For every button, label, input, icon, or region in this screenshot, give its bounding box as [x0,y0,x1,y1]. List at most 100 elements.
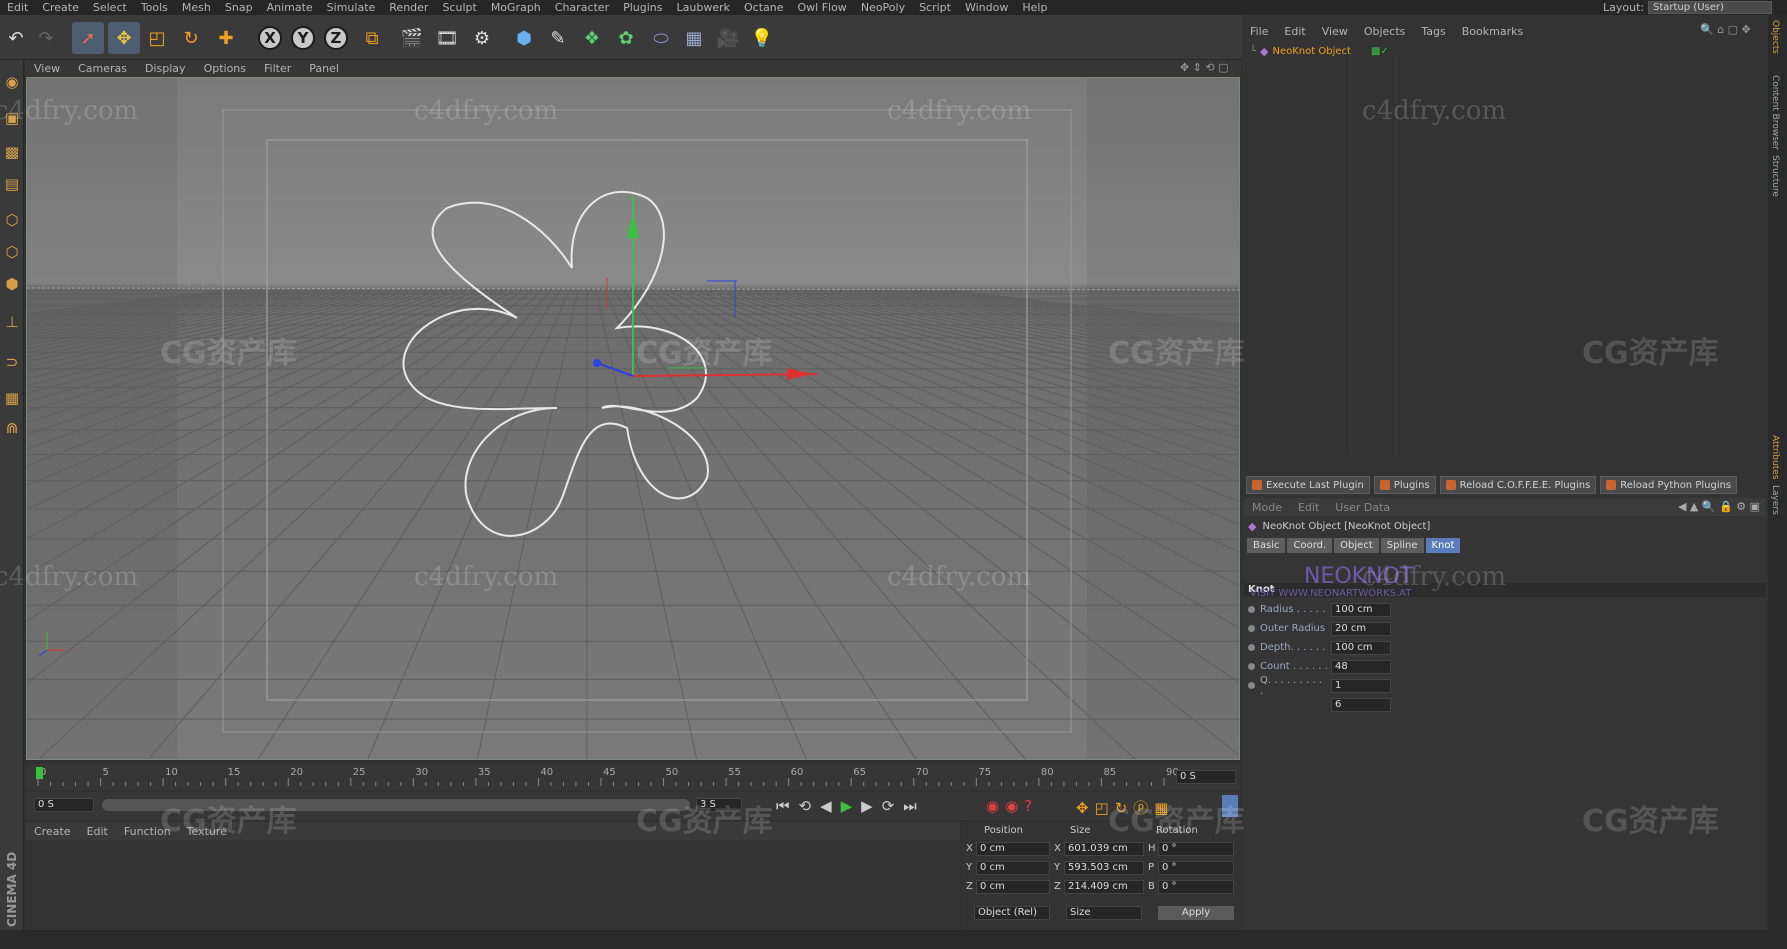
object-menu-objects[interactable]: Objects [1356,25,1414,38]
plugin-button-0[interactable]: Execute Last Plugin [1246,476,1370,494]
render-settings-icon[interactable]: ⚙ [466,22,498,54]
menu-item-plugins[interactable]: Plugins [616,1,669,14]
side-tab-objects[interactable]: Objects [1770,20,1780,54]
magnet-icon[interactable]: ⊃ [2,350,22,374]
playback-controls[interactable]: ⏮⟲◀▶▶⟳⏭ [776,797,926,815]
viewport-menu-cameras[interactable]: Cameras [69,62,136,75]
make-editable-icon[interactable]: ◉ [2,70,22,94]
side-tab-layers[interactable]: Layers [1770,485,1780,515]
nurbs-icon[interactable]: ❖ [576,22,608,54]
size-z-field[interactable]: 214.409 cm [1064,880,1144,894]
undo-icon[interactable]: ↶ [0,22,32,54]
menu-item-script[interactable]: Script [912,1,958,14]
param-value-field[interactable]: 100 cm [1331,602,1391,617]
attribute-menu-user-data[interactable]: User Data [1327,501,1398,514]
menu-item-owl-flow[interactable]: Owl Flow [790,1,853,14]
y-axis-lock-icon[interactable]: Y [287,22,319,54]
menu-item-laubwerk[interactable]: Laubwerk [670,1,737,14]
edges-mode-icon[interactable]: ⬡ [2,240,22,264]
object-visibility-icon[interactable]: ▩✓ [1371,46,1389,57]
param-anim-dot[interactable] [1248,663,1255,670]
floor-icon[interactable]: ▦ [678,22,710,54]
param-value-field[interactable]: 1 [1331,678,1391,693]
object-menu-bookmarks[interactable]: Bookmarks [1454,25,1531,38]
current-frame-marker[interactable] [36,767,43,779]
plugin-button-1[interactable]: Plugins [1373,476,1436,494]
menu-item-neopoly[interactable]: NeoPoly [854,1,912,14]
layout-select[interactable]: Startup (User) [1648,1,1772,14]
menu-item-animate[interactable]: Animate [260,1,320,14]
object-manager-tools[interactable]: 🔍 ⌂ ▢ ✥ [1700,23,1751,36]
move-tool-icon[interactable]: ✥ [108,22,140,54]
camera-icon[interactable]: 🎥 [712,22,744,54]
side-tab-attributes[interactable]: Attributes [1770,435,1780,479]
array-icon[interactable]: ✿ [610,22,642,54]
menu-item-mesh[interactable]: Mesh [175,1,218,14]
param-value-field[interactable]: 48 [1331,659,1391,674]
object-menu-edit[interactable]: Edit [1276,25,1313,38]
size-x-field[interactable]: 601.039 cm [1064,842,1144,856]
object-menu-file[interactable]: File [1242,25,1276,38]
viewport-menu-options[interactable]: Options [195,62,255,75]
position-y-field[interactable]: 0 cm [976,861,1050,875]
coord-mode-select[interactable]: Object (Rel) [974,906,1050,920]
axis-mode-icon[interactable]: ⊥ [2,310,22,334]
attribute-menu-mode[interactable]: Mode [1244,501,1290,514]
light-icon[interactable]: 💡 [746,22,778,54]
param-anim-dot[interactable] [1248,682,1255,689]
end-frame-field[interactable]: 0 S [1176,770,1236,784]
object-menu-tags[interactable]: Tags [1413,25,1453,38]
menu-item-snap[interactable]: Snap [218,1,260,14]
position-z-field[interactable]: 0 cm [976,880,1050,894]
size-mode-select[interactable]: Size [1066,906,1142,920]
plugin-button-3[interactable]: Reload Python Plugins [1600,476,1738,494]
texture-mode-icon[interactable]: ▩ [2,140,22,164]
plugin-label[interactable]: Plugins [1394,480,1430,491]
menu-item-render[interactable]: Render [382,1,435,14]
object-menu-view[interactable]: View [1314,25,1356,38]
menu-item-character[interactable]: Character [548,1,616,14]
deformer-icon[interactable]: ⬭ [645,22,677,54]
redo-icon[interactable]: ↷ [30,22,62,54]
menu-item-tools[interactable]: Tools [134,1,175,14]
size-y-field[interactable]: 593.503 cm [1064,861,1144,875]
render-view-icon[interactable]: 🎬 [396,22,428,54]
side-tab-structure[interactable]: Structure [1770,155,1780,197]
param-anim-dot[interactable] [1248,625,1255,632]
record-keys-icon[interactable]: ◉◉? [986,797,1038,815]
side-tab-content-browser[interactable]: Content Browser [1770,75,1780,150]
material-menu-edit[interactable]: Edit [79,825,116,838]
workplane-icon[interactable]: ▤ [2,172,22,196]
menu-item-select[interactable]: Select [86,1,134,14]
attribute-menu-edit[interactable]: Edit [1290,501,1327,514]
menu-item-window[interactable]: Window [958,1,1015,14]
viewport-menu-display[interactable]: Display [136,62,195,75]
param-value-field[interactable]: 100 cm [1331,640,1391,655]
viewport-nav-icons[interactable]: ✥ ⇕ ⟲ ▢ [1180,61,1229,74]
tab-basic[interactable]: Basic [1247,538,1286,553]
points-mode-icon[interactable]: ⬡ [2,208,22,232]
menu-item-mograph[interactable]: MoGraph [484,1,548,14]
object-name[interactable]: NeoKnot Object [1273,46,1351,57]
material-menu-create[interactable]: Create [26,825,79,838]
start-frame-field[interactable]: 0 S [34,798,94,812]
menu-item-simulate[interactable]: Simulate [320,1,383,14]
3d-viewport[interactable] [26,77,1240,760]
viewport-menu-view[interactable]: View [25,62,69,75]
add-tool-icon[interactable]: ✚ [210,22,242,54]
rotate-tool-icon[interactable]: ↻ [175,22,207,54]
quantize-icon[interactable]: ⋒ [2,416,22,440]
param-value-field[interactable]: 6 [1331,697,1391,712]
viewport-menu-panel[interactable]: Panel [300,62,348,75]
position-x-field[interactable]: 0 cm [976,842,1050,856]
render-picture-viewer-icon[interactable]: 🎞 [431,22,463,54]
param-anim-dot[interactable] [1248,606,1255,613]
apply-button[interactable]: Apply [1158,906,1234,920]
viewport-menu-filter[interactable]: Filter [255,62,300,75]
menu-item-octane[interactable]: Octane [737,1,791,14]
rotation-b-field[interactable]: 0 ° [1158,880,1234,894]
scale-tool-icon[interactable]: ◰ [141,22,173,54]
menu-item-sculpt[interactable]: Sculpt [435,1,483,14]
plugin-label[interactable]: Execute Last Plugin [1266,480,1364,491]
plugin-button-2[interactable]: Reload C.O.F.F.E.E. Plugins [1439,476,1597,494]
